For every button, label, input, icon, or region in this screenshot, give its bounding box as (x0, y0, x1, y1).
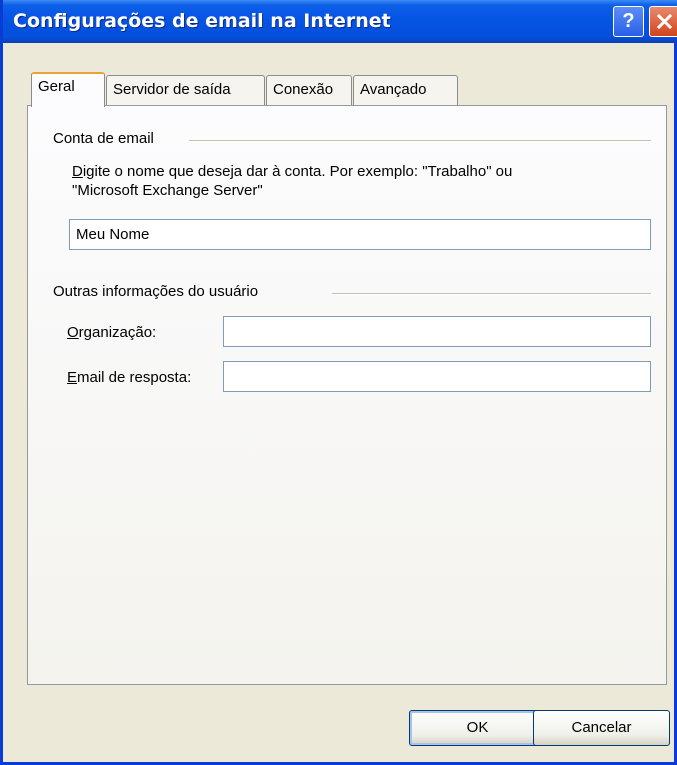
title-bar[interactable]: Configurações de email na Internet ? (3, 0, 677, 43)
tab-servidor-de-saida[interactable]: Servidor de saída (106, 75, 265, 105)
window-title: Configurações de email na Internet (13, 10, 391, 32)
cancel-button[interactable]: Cancelar (533, 710, 670, 746)
account-group-title: Conta de email (53, 130, 154, 147)
tab-label: Avançado (360, 81, 427, 98)
dialog-window: Configurações de email na Internet ? Ger… (0, 0, 677, 765)
group-divider (189, 140, 651, 142)
reply-email-input[interactable] (223, 361, 651, 392)
mnemonic-letter: D (72, 163, 83, 180)
active-tab-joiner (34, 104, 103, 107)
ok-button[interactable]: OK (409, 710, 546, 746)
reply-email-label: Email de resposta: (67, 369, 191, 386)
user-info-group-title: Outras informações do usuário (53, 283, 259, 300)
tab-label: Conexão (273, 81, 334, 98)
hint-text: igite o nome que deseja dar à conta. Por… (82, 163, 513, 180)
help-button[interactable]: ? (613, 6, 644, 37)
close-icon (657, 14, 672, 29)
tab-avancado[interactable]: Avançado (353, 75, 458, 105)
group-divider (332, 293, 651, 295)
account-hint-line1: Digite o nome que deseja dar à conta. Po… (72, 163, 512, 180)
mnemonic-letter: E (67, 369, 78, 386)
tab-label: Servidor de saída (113, 81, 231, 98)
label-text: rganização: (78, 324, 157, 341)
account-hint-line2: "Microsoft Exchange Server" (72, 182, 263, 199)
organization-input[interactable] (223, 316, 651, 347)
label-text: mail de resposta: (77, 369, 192, 386)
account-name-input[interactable] (69, 219, 651, 250)
tab-geral[interactable]: Geral (31, 72, 105, 107)
mnemonic-letter: O (67, 324, 79, 341)
help-icon: ? (622, 10, 635, 32)
organization-label: Organização: (67, 324, 156, 341)
tab-conexao[interactable]: Conexão (266, 75, 352, 105)
tab-label: Geral (38, 78, 75, 95)
close-button[interactable] (649, 6, 677, 37)
